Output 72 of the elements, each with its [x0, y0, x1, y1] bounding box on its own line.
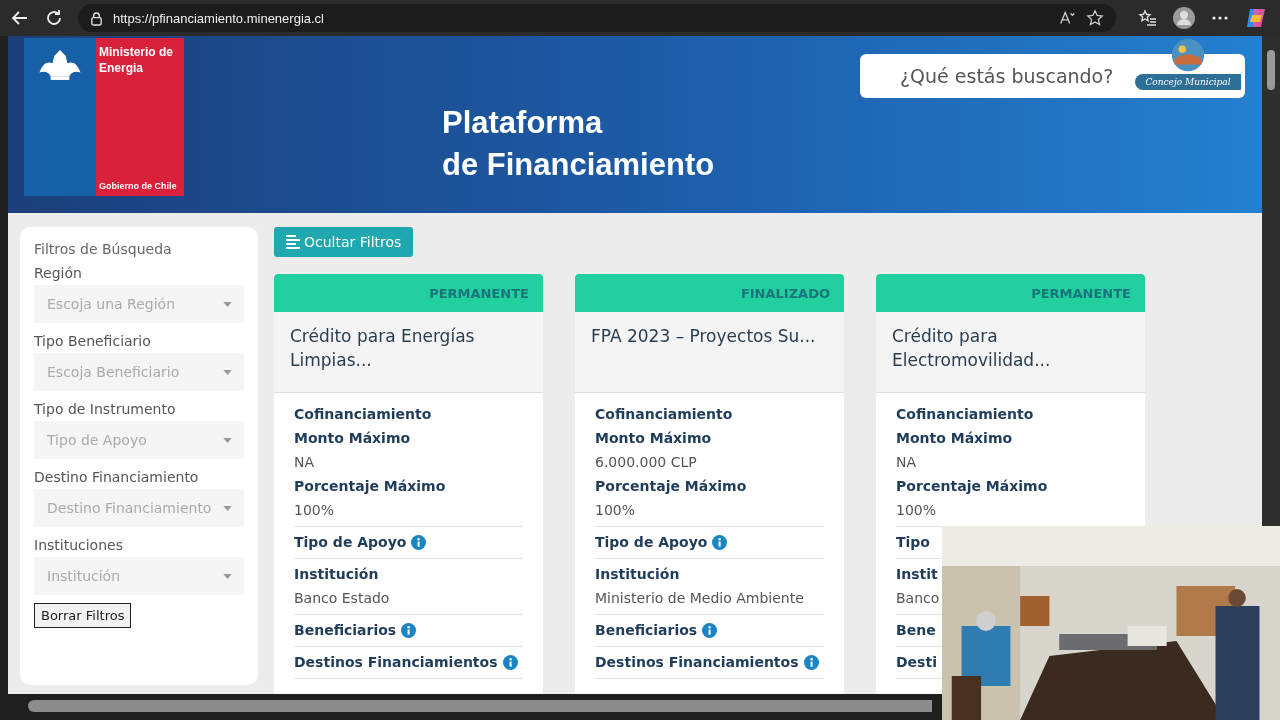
government-name: Gobierno de Chile	[99, 181, 178, 191]
field-label: Beneficiarios	[595, 621, 698, 640]
platform-title: de Financiamiento	[442, 146, 715, 184]
field-value: Banco	[896, 589, 940, 608]
field-value: Banco Estado	[294, 589, 390, 608]
field-label: Porcentaje Máximo	[294, 477, 446, 496]
filter-label: Instituciones	[34, 537, 124, 553]
hide-filters-button[interactable]: Ocultar Filtros	[274, 227, 414, 257]
filter-title: Filtros de Búsqueda	[34, 241, 173, 257]
filter-label: Región	[34, 265, 83, 281]
field-value: 100%	[595, 501, 636, 520]
filter-select[interactable]: Destino Financiamiento	[34, 489, 244, 527]
field-label: Cofinanciamiento	[896, 405, 1034, 424]
field-label: Porcentaje Máximo	[896, 477, 1048, 496]
info-icon[interactable]	[411, 534, 427, 550]
field-label: Instit	[896, 565, 938, 584]
filter-select[interactable]: Institución	[34, 557, 244, 595]
field-value: NA	[294, 453, 315, 472]
caret-icon	[223, 505, 232, 511]
caret-icon	[223, 573, 232, 579]
caret-icon	[223, 301, 232, 307]
list-icon	[286, 235, 300, 249]
channel-logo: Concejo Municipal	[1135, 74, 1241, 90]
info-icon[interactable]	[803, 654, 819, 670]
avatar-icon[interactable]	[1172, 6, 1196, 30]
field-label: Tipo de Apoyo	[595, 533, 708, 552]
status-label: PERMANENTE	[429, 285, 529, 301]
field-label: Bene	[896, 621, 936, 640]
clear-filters-button[interactable]: Borrar Filtros	[34, 603, 132, 628]
field-label: Porcentaje Máximo	[595, 477, 747, 496]
filter-select[interactable]: Tipo de Apoyo	[34, 421, 244, 459]
filter-select[interactable]: Escoja Beneficiario	[34, 353, 244, 391]
caret-icon	[223, 369, 232, 375]
info-icon[interactable]	[712, 534, 728, 550]
status-label: PERMANENTE	[1031, 285, 1131, 301]
field-label: Monto Máximo	[294, 429, 411, 448]
field-label: Institución	[294, 565, 379, 584]
star-icon[interactable]	[1086, 9, 1104, 27]
field-value: 6.000.000 CLP	[595, 453, 697, 472]
field-label: Cofinanciamiento	[595, 405, 733, 424]
field-label: Monto Máximo	[595, 429, 712, 448]
address-bar[interactable]: https://pfinanciamiento.minenergia.cl	[78, 4, 1116, 32]
field-label: Destinos Financiamientos	[294, 653, 498, 672]
field-value: 100%	[294, 501, 335, 520]
copilot-icon[interactable]	[1244, 6, 1268, 30]
field-label: Tipo de Apoyo	[294, 533, 407, 552]
refresh-icon[interactable]	[44, 8, 64, 28]
field-value: Ministerio de Medio Ambiente	[595, 589, 804, 608]
field-label: Desti	[896, 653, 937, 672]
info-icon[interactable]	[702, 622, 718, 638]
favorites-icon[interactable]	[1138, 8, 1158, 28]
field-label: Cofinanciamiento	[294, 405, 432, 424]
caret-icon	[223, 437, 232, 443]
lock-icon	[90, 10, 103, 26]
ministry-name: Ministerio de Energia	[99, 44, 174, 76]
filter-label: Destino Financiamiento	[34, 469, 200, 485]
filter-label: Tipo Beneficiario	[34, 333, 152, 349]
filter-label: Tipo de Instrumento	[34, 401, 177, 417]
status-label: FINALIZADO	[740, 285, 830, 301]
filter-select[interactable]: Escoja una Región	[34, 285, 244, 323]
url-text: https://pfinanciamiento.minenergia.cl	[113, 10, 325, 26]
vertical-scrollbar[interactable]	[1262, 36, 1280, 526]
field-label: Institución	[595, 565, 680, 584]
info-icon[interactable]	[502, 654, 518, 670]
field-label: Beneficiarios	[294, 621, 397, 640]
field-value: 100%	[896, 501, 937, 520]
platform-title: Plataforma	[442, 104, 604, 142]
field-value: NA	[896, 453, 917, 472]
field-label: Destinos Financiamientos	[595, 653, 799, 672]
info-icon[interactable]	[401, 622, 417, 638]
field-label: Monto Máximo	[896, 429, 1013, 448]
field-label: Tipo	[896, 533, 930, 552]
